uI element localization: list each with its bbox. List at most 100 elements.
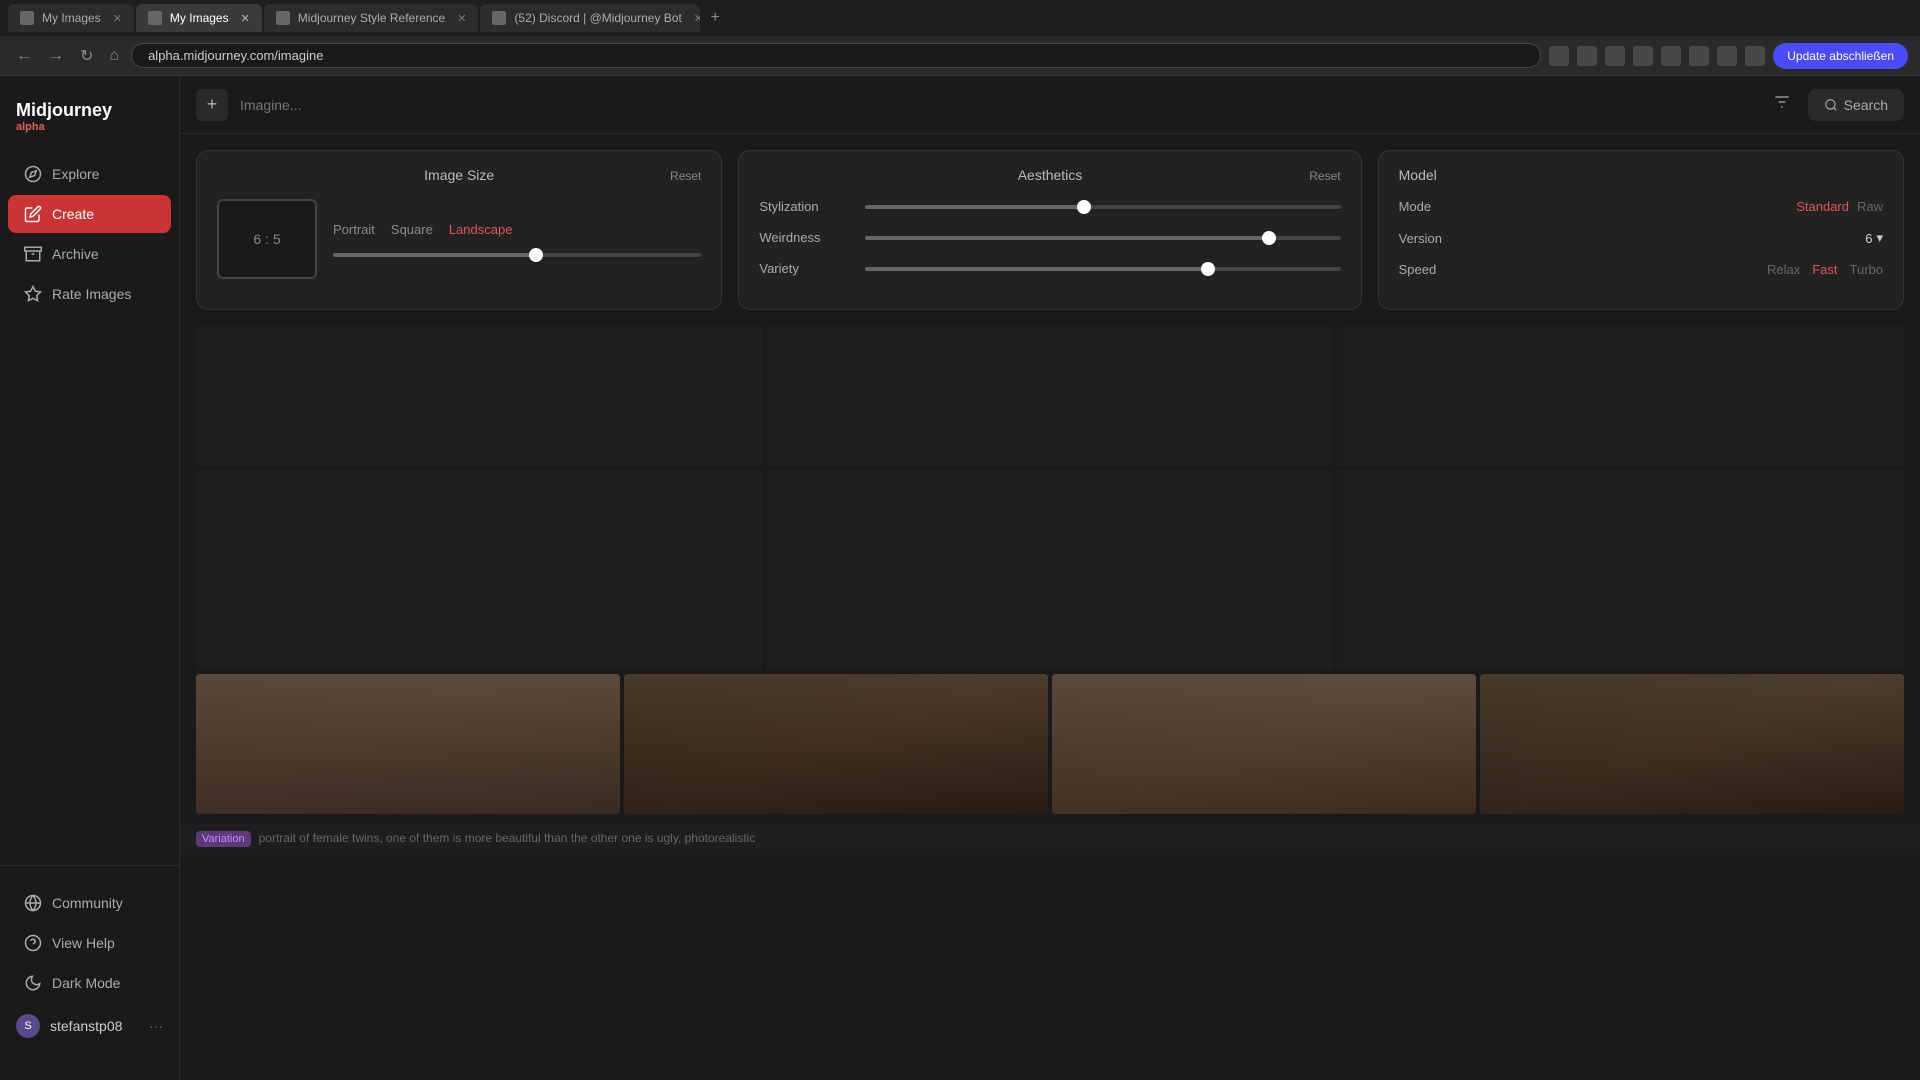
logo[interactable]: Midjourney alpha — [0, 92, 179, 153]
tab-close-3[interactable]: ✕ — [457, 12, 466, 25]
extension-icon-3[interactable] — [1633, 46, 1653, 66]
grid-section-2 — [180, 470, 1920, 670]
extension-icon-4[interactable] — [1661, 46, 1681, 66]
profile-icon[interactable] — [1745, 46, 1765, 66]
image-cell-4[interactable] — [1480, 674, 1904, 814]
tab-label-4: (52) Discord | @Midjourney Bot — [514, 11, 681, 25]
sidebar-item-create[interactable]: Create — [8, 195, 171, 233]
image-cell-3[interactable] — [1052, 674, 1476, 814]
settings-row: Image Size Reset 6 : 5 Portrait Square L… — [180, 134, 1920, 326]
sidebar-item-archive[interactable]: Archive — [8, 235, 171, 273]
sidebar-label-rate-images: Rate Images — [52, 286, 131, 302]
stylization-track[interactable] — [865, 205, 1340, 209]
moon-icon — [24, 974, 42, 992]
sidebar-item-explore[interactable]: Explore — [8, 155, 171, 193]
model-title: Model — [1399, 167, 1437, 183]
user-row[interactable]: S stefanstp08 ··· — [0, 1004, 179, 1048]
tab-close-1[interactable]: ✕ — [113, 12, 122, 25]
back-button[interactable]: ← — [12, 43, 36, 69]
tab-close-4[interactable]: ✕ — [694, 12, 701, 25]
sidebar-label-view-help: View Help — [52, 935, 115, 951]
image-size-reset[interactable]: Reset — [670, 169, 701, 183]
sidebar-item-view-help[interactable]: View Help — [8, 924, 171, 962]
portrait-button[interactable]: Portrait — [333, 222, 375, 237]
tab-my-images-2[interactable]: My Images ✕ — [136, 4, 262, 32]
speed-label: Speed — [1399, 262, 1437, 277]
tab-discord[interactable]: (52) Discord | @Midjourney Bot ✕ — [480, 4, 700, 32]
grid-cell-2-1 — [196, 470, 763, 670]
grid-section-bottom — [180, 674, 1920, 819]
size-slider-thumb[interactable] — [529, 248, 543, 262]
extension-icon-1[interactable] — [1577, 46, 1597, 66]
bookmark-icon[interactable] — [1549, 46, 1569, 66]
version-value: 6 — [1865, 231, 1872, 246]
download-icon[interactable] — [1717, 46, 1737, 66]
address-bar-row: ← → ↻ ⌂ alpha.midjourney.com/imagine Upd… — [0, 36, 1920, 76]
reload-button[interactable]: ↻ — [76, 42, 97, 70]
home-button[interactable]: ⌂ — [105, 43, 123, 69]
mode-standard[interactable]: Standard — [1796, 199, 1849, 214]
grid-cell-2-2 — [767, 470, 1334, 670]
square-button[interactable]: Square — [391, 222, 433, 237]
grid-cell-1-2 — [767, 326, 1334, 466]
stylization-thumb[interactable] — [1077, 200, 1091, 214]
variety-row: Variety — [759, 261, 1340, 276]
landscape-button[interactable]: Landscape — [449, 222, 513, 237]
mode-raw[interactable]: Raw — [1857, 199, 1883, 214]
add-button[interactable]: + — [196, 89, 228, 121]
version-label: Version — [1399, 231, 1442, 246]
sidebar-label-archive: Archive — [52, 246, 99, 262]
archive-icon — [24, 245, 42, 263]
question-icon — [24, 934, 42, 952]
sidebar-label-dark-mode: Dark Mode — [52, 975, 120, 991]
weirdness-fill — [865, 236, 1269, 240]
size-preview-row: 6 : 5 Portrait Square Landscape — [217, 199, 701, 279]
model-header: Model — [1399, 167, 1883, 183]
extension-icon-5[interactable] — [1689, 46, 1709, 66]
extension-icon-2[interactable] — [1605, 46, 1625, 66]
speed-fast[interactable]: Fast — [1812, 262, 1837, 277]
sidebar-item-dark-mode[interactable]: Dark Mode — [8, 964, 171, 1002]
search-button[interactable]: Search — [1808, 89, 1904, 121]
mode-row: Mode Standard Raw — [1399, 199, 1883, 214]
speed-turbo[interactable]: Turbo — [1850, 262, 1883, 277]
size-preview: 6 : 5 — [217, 199, 317, 279]
grid-cell-2-3 — [1337, 470, 1904, 670]
img-overlay-2 — [624, 674, 1048, 814]
user-name: stefanstp08 — [50, 1018, 122, 1034]
filter-icon — [1772, 92, 1792, 112]
forward-button[interactable]: → — [44, 43, 68, 69]
sidebar-item-rate-images[interactable]: Rate Images — [8, 275, 171, 313]
tab-my-images-1[interactable]: My Images ✕ — [8, 4, 134, 32]
version-select[interactable]: 6 ▾ — [1865, 230, 1883, 246]
aesthetics-reset[interactable]: Reset — [1309, 169, 1340, 183]
img-overlay-1 — [196, 674, 620, 814]
tab-favicon-2 — [148, 11, 162, 25]
image-cell-1[interactable] — [196, 674, 620, 814]
user-options-icon[interactable]: ··· — [149, 1018, 163, 1034]
update-button[interactable]: Update abschließen — [1773, 43, 1908, 69]
variety-thumb[interactable] — [1201, 262, 1215, 276]
size-slider-fill — [333, 253, 536, 257]
info-text: portrait of female twins, one of them is… — [259, 831, 756, 845]
speed-relax[interactable]: Relax — [1767, 262, 1800, 277]
logo-alpha: alpha — [16, 121, 163, 133]
new-tab-button[interactable]: + — [702, 9, 727, 27]
sidebar-item-community[interactable]: Community — [8, 884, 171, 922]
prompt-input[interactable] — [240, 97, 1756, 113]
tab-label-2: My Images — [170, 11, 229, 25]
variety-track[interactable] — [865, 267, 1340, 271]
size-slider-track[interactable] — [333, 253, 701, 257]
image-cell-2[interactable] — [624, 674, 1048, 814]
weirdness-track[interactable] — [865, 236, 1340, 240]
tab-close-2[interactable]: ✕ — [241, 12, 250, 25]
tab-favicon-1 — [20, 11, 34, 25]
tab-favicon-4 — [492, 11, 506, 25]
filter-button[interactable] — [1768, 88, 1796, 121]
address-bar[interactable]: alpha.midjourney.com/imagine — [131, 43, 1541, 68]
weirdness-thumb[interactable] — [1262, 231, 1276, 245]
version-row: Version 6 ▾ — [1399, 230, 1883, 246]
img-overlay-4 — [1480, 674, 1904, 814]
size-ratio: 6 : 5 — [253, 231, 280, 247]
tab-style-reference[interactable]: Midjourney Style Reference ✕ — [264, 4, 479, 32]
